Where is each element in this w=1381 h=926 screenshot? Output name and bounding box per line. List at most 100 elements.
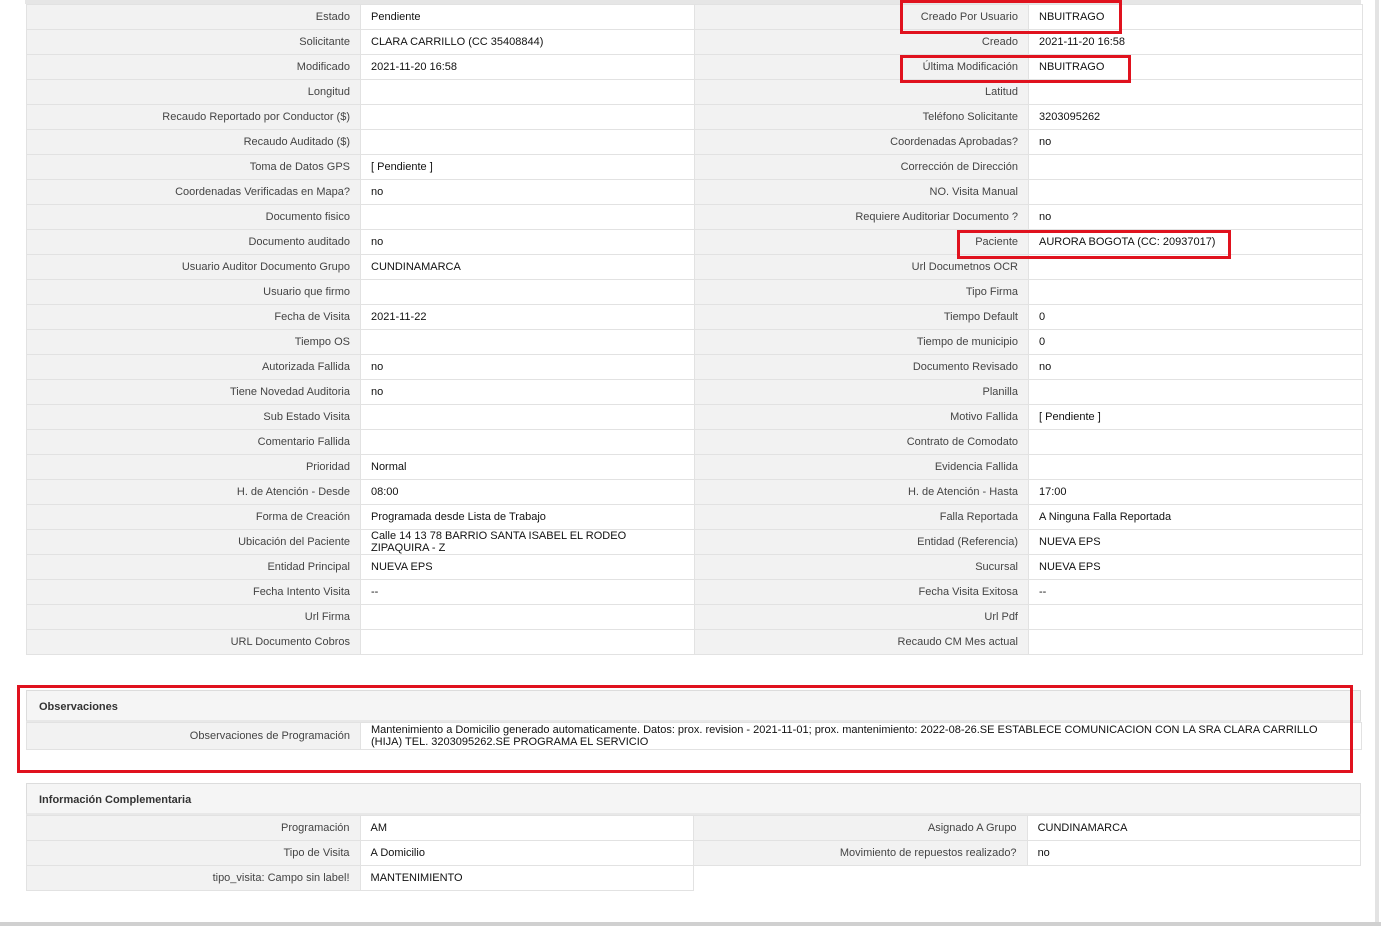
field-label-tipo-de-visita: Tipo de Visita bbox=[26, 840, 361, 866]
field-label-falla-reportada: Falla Reportada bbox=[694, 504, 1029, 530]
table-row: Tiene Novedad Auditoria no Planilla bbox=[26, 379, 1363, 405]
field-label-recaudo-auditado: Recaudo Auditado ($) bbox=[26, 129, 361, 155]
field-label-fecha-visita-exitosa: Fecha Visita Exitosa bbox=[694, 579, 1029, 605]
field-value-url-documetnos-ocr bbox=[1028, 254, 1363, 280]
field-label-comentario-fallida: Comentario Fallida bbox=[26, 429, 361, 455]
field-value-ubicacion-del-paciente: Calle 14 13 78 BARRIO SANTA ISABEL EL RO… bbox=[360, 529, 695, 555]
field-value-usuario-auditor-documento-grupo: CUNDINAMARCA bbox=[360, 254, 695, 280]
field-label-paciente: Paciente bbox=[694, 229, 1029, 255]
field-label-sub-estado-visita: Sub Estado Visita bbox=[26, 404, 361, 430]
field-label-modificado: Modificado bbox=[26, 54, 361, 80]
field-label-fecha-intento-visita: Fecha Intento Visita bbox=[26, 579, 361, 605]
field-value-coordenadas-aprobadas: no bbox=[1028, 129, 1363, 155]
field-label-recaudo-cm-mes-actual: Recaudo CM Mes actual bbox=[694, 629, 1029, 655]
field-label-creado-por-usuario: Creado Por Usuario bbox=[694, 4, 1029, 30]
field-value-forma-de-creacion: Programada desde Lista de Trabajo bbox=[360, 504, 695, 530]
field-label-longitud: Longitud bbox=[26, 79, 361, 105]
field-label-asignado-a-grupo: Asignado A Grupo bbox=[692, 815, 1028, 841]
table-row: Solicitante CLARA CARRILLO (CC 35408844) C… bbox=[26, 29, 1363, 55]
field-label-entidad-referencia: Entidad (Referencia) bbox=[694, 529, 1029, 555]
table-row: Url Firma Url Pdf bbox=[26, 604, 1363, 630]
table-row: Recaudo Auditado ($) Coordenadas Aprobada… bbox=[26, 129, 1363, 155]
field-value-tiempo-de-municipio: 0 bbox=[1028, 329, 1363, 355]
table-row: Fecha de Visita 2021-11-22 Tiempo Default… bbox=[26, 304, 1363, 330]
field-value-tipo-firma bbox=[1028, 279, 1363, 305]
table-row: Coordenadas Verificadas en Mapa? no NO. V… bbox=[26, 179, 1363, 205]
field-value-recaudo-cm-mes-actual bbox=[1028, 629, 1363, 655]
field-label-requiere-auditoriar-documento: Requiere Auditoriar Documento ? bbox=[694, 204, 1029, 230]
field-value-entidad-principal: NUEVA EPS bbox=[360, 554, 695, 580]
field-value-tiene-novedad-auditoria: no bbox=[360, 379, 695, 405]
field-value-fecha-de-visita: 2021-11-22 bbox=[360, 304, 695, 330]
field-label-motivo-fallida: Motivo Fallida bbox=[694, 404, 1029, 430]
table-row: Observaciones de Programación Mantenimie… bbox=[26, 722, 1362, 750]
field-value-documento-revisado: no bbox=[1028, 354, 1363, 380]
field-label-url-firma: Url Firma bbox=[26, 604, 361, 630]
field-label-creado: Creado bbox=[694, 29, 1029, 55]
observaciones-header: Observaciones bbox=[26, 690, 1361, 722]
field-label-solicitante: Solicitante bbox=[26, 29, 361, 55]
field-value-programacion: AM bbox=[359, 815, 694, 841]
field-label-latitud: Latitud bbox=[694, 79, 1029, 105]
field-value-prioridad: Normal bbox=[360, 454, 695, 480]
table-row: Tipo de Visita A Domicilio Movimiento de r… bbox=[26, 840, 1362, 866]
table-row: Entidad Principal NUEVA EPS Sucursal NUEVA … bbox=[26, 554, 1363, 580]
field-value-tiempo-os bbox=[360, 329, 695, 355]
field-label-h-de-atencion-hasta: H. de Atención - Hasta bbox=[694, 479, 1029, 505]
field-value-h-de-atencion-desde: 08:00 bbox=[360, 479, 695, 505]
field-value-solicitante: CLARA CARRILLO (CC 35408844) bbox=[360, 29, 695, 55]
field-value-recaudo-auditado bbox=[360, 129, 695, 155]
field-label-entidad-principal: Entidad Principal bbox=[26, 554, 361, 580]
table-row: Ubicación del Paciente Calle 14 13 78 BAR… bbox=[26, 529, 1363, 555]
field-label-url-documento-cobros: URL Documento Cobros bbox=[26, 629, 361, 655]
field-label-correccion-de-direccion: Corrección de Dirección bbox=[694, 154, 1029, 180]
field-label-coordenadas-aprobadas: Coordenadas Aprobadas? bbox=[694, 129, 1029, 155]
table-row: Forma de Creación Programada desde Lista … bbox=[26, 504, 1363, 530]
table-row: Documento auditado no Paciente AURORA BOGO… bbox=[26, 229, 1363, 255]
field-label-fecha-de-visita: Fecha de Visita bbox=[26, 304, 361, 330]
field-label-usuario-que-firmo: Usuario que firmo bbox=[26, 279, 361, 305]
field-label-coordenadas-verificadas-en-mapa: Coordenadas Verificadas en Mapa? bbox=[26, 179, 361, 205]
field-value-sucursal: NUEVA EPS bbox=[1028, 554, 1363, 580]
field-label-documento-fisico: Documento fisico bbox=[26, 204, 361, 230]
observaciones-value: Mantenimiento a Domicilio generado autom… bbox=[360, 722, 1362, 750]
field-value-contrato-de-comodato bbox=[1028, 429, 1363, 455]
page-bottom-border bbox=[0, 922, 1381, 926]
field-label-planilla: Planilla bbox=[694, 379, 1029, 405]
table-row: Longitud Latitud bbox=[26, 79, 1363, 105]
detail-table: Estado Pendiente Creado Por Usuario NBUITRA… bbox=[26, 4, 1363, 655]
field-label-empty bbox=[693, 865, 1028, 891]
field-label-url-documetnos-ocr: Url Documetnos OCR bbox=[694, 254, 1029, 280]
table-row: Fecha Intento Visita -- Fecha Visita Exit… bbox=[26, 579, 1363, 605]
field-value-sub-estado-visita bbox=[360, 404, 695, 430]
field-value-autorizada-fallida: no bbox=[360, 354, 695, 380]
field-value-creado-por-usuario: NBUITRAGO bbox=[1028, 4, 1363, 30]
field-value-recaudo-reportado-por-conductor bbox=[360, 104, 695, 130]
field-value-asignado-a-grupo: CUNDINAMARCA bbox=[1026, 815, 1362, 841]
field-label-tiempo-os: Tiempo OS bbox=[26, 329, 361, 355]
field-value-estado: Pendiente bbox=[360, 4, 695, 30]
field-value-entidad-referencia: NUEVA EPS bbox=[1028, 529, 1363, 555]
field-value-telefono-solicitante: 3203095262 bbox=[1028, 104, 1363, 130]
table-row: Autorizada Fallida no Documento Revisado … bbox=[26, 354, 1363, 380]
field-label-tipo-visita-campo-sin-label: tipo_visita: Campo sin label! bbox=[26, 865, 361, 891]
field-label-ultima-modificacion: Última Modificación bbox=[694, 54, 1029, 80]
field-value-no-visita-manual bbox=[1028, 179, 1363, 205]
table-row: Estado Pendiente Creado Por Usuario NBUITRA… bbox=[26, 4, 1363, 30]
field-label-sucursal: Sucursal bbox=[694, 554, 1029, 580]
table-row: Toma de Datos GPS[ Pendiente ] Corrección… bbox=[26, 154, 1363, 180]
field-value-tipo-de-visita: A Domicilio bbox=[359, 840, 694, 866]
table-row: Modificado 2021-11-20 16:58 Última Modific… bbox=[26, 54, 1363, 80]
field-label-autorizada-fallida: Autorizada Fallida bbox=[26, 354, 361, 380]
observaciones-section: Observaciones Observaciones de Programac… bbox=[26, 690, 1362, 750]
field-label-contrato-de-comodato: Contrato de Comodato bbox=[694, 429, 1029, 455]
field-value-usuario-que-firmo bbox=[360, 279, 695, 305]
field-value-url-documento-cobros bbox=[360, 629, 695, 655]
field-label-prioridad: Prioridad bbox=[26, 454, 361, 480]
field-label-usuario-auditor-documento-grupo: Usuario Auditor Documento Grupo bbox=[26, 254, 361, 280]
table-row: H. de Atención - Desde 08:00 H. de Atenció… bbox=[26, 479, 1363, 505]
field-value-longitud bbox=[360, 79, 695, 105]
table-row: Prioridad Normal Evidencia Fallida bbox=[26, 454, 1363, 480]
field-label-toma-de-datos-gps: Toma de Datos GPS bbox=[26, 154, 361, 180]
field-value-movimiento-de-repuestos-realizado: no bbox=[1026, 840, 1362, 866]
